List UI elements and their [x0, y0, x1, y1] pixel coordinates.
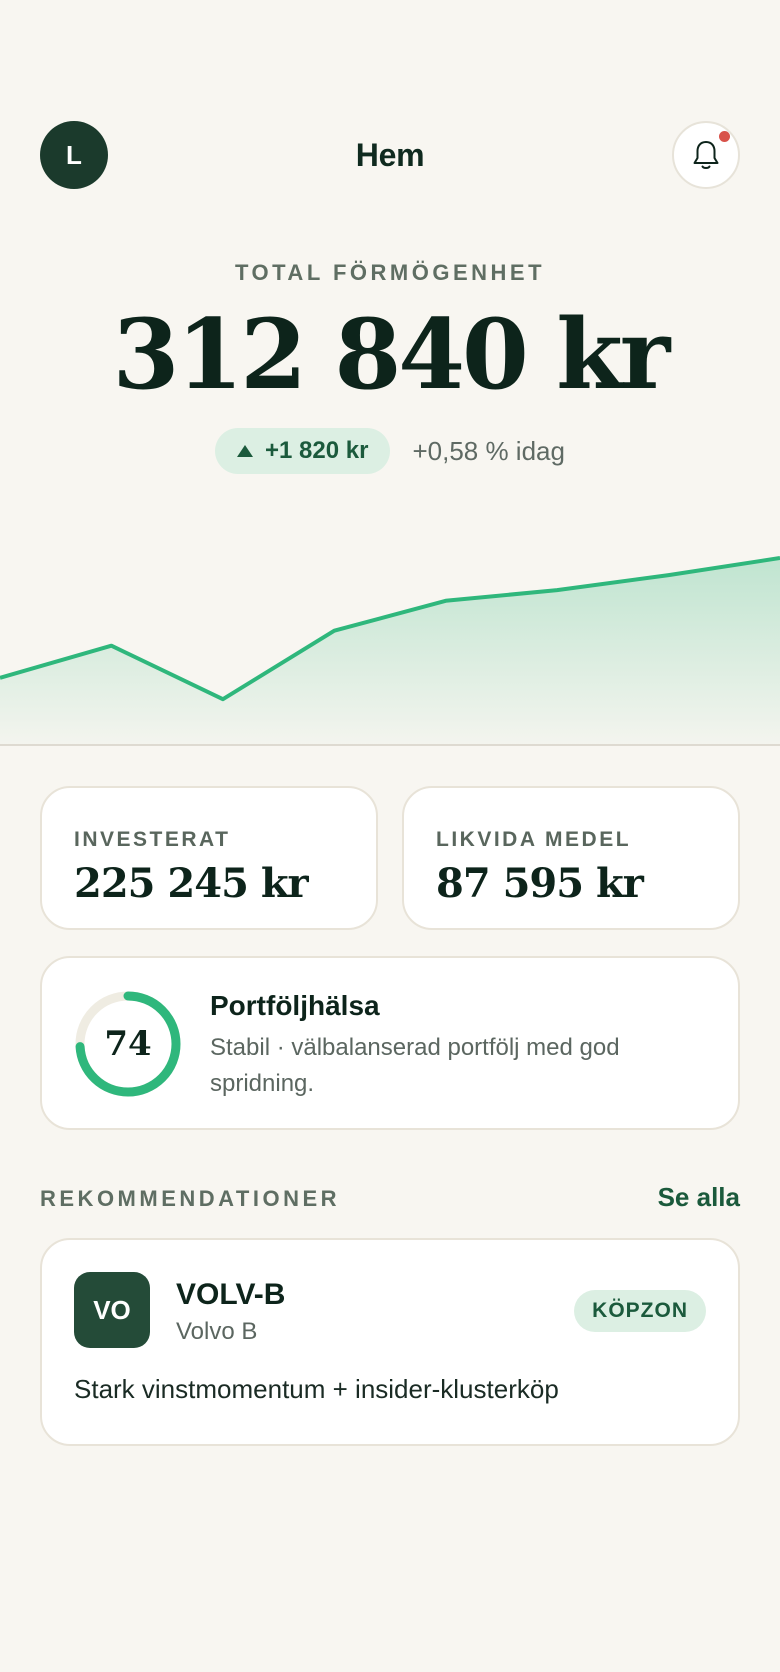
change-amount-badge: +1 820 kr — [215, 428, 391, 474]
notification-dot — [719, 131, 730, 142]
recommendation-card[interactable]: VO VOLV-B Volvo B KÖPZON Stark vinstmome… — [40, 1238, 740, 1446]
cash-card[interactable]: LIKVIDA MEDEL 87 595 kr — [402, 786, 740, 930]
portfolio-health-card[interactable]: 74 Portföljhälsa Stabil · välbalanserad … — [40, 956, 740, 1130]
health-title: Portföljhälsa — [210, 990, 380, 1021]
cash-value: 87 595 kr — [436, 860, 644, 907]
header: L Hem — [40, 121, 740, 189]
health-score: 74 — [104, 1024, 152, 1064]
stock-name: Volvo B — [176, 1318, 258, 1345]
invested-value: 225 245 kr — [74, 860, 309, 907]
trend-area — [0, 558, 780, 746]
change-amount: +1 820 kr — [265, 437, 369, 464]
see-all-link[interactable]: Se alla — [658, 1182, 740, 1213]
notifications-button[interactable] — [672, 121, 740, 189]
recommendations-label: REKOMMENDATIONER — [40, 1186, 341, 1211]
change-percent: +0,58 % idag — [412, 435, 565, 466]
stock-logo: VO — [74, 1272, 150, 1348]
buy-zone-badge: KÖPZON — [574, 1290, 706, 1332]
invested-card[interactable]: INVESTERAT 225 245 kr — [40, 786, 378, 930]
total-wealth-label: TOTAL FÖRMÖGENHET — [234, 260, 546, 285]
change-row: +1 820 kr +0,58 % idag — [0, 428, 780, 474]
recommendation-reason: Stark vinstmomentum + insider-klusterköp — [74, 1374, 559, 1404]
page-title: Hem — [355, 136, 425, 173]
bell-icon — [693, 141, 719, 169]
stock-ticker: VOLV-B — [176, 1278, 286, 1311]
divider — [0, 744, 780, 746]
cash-label: LIKVIDA MEDEL — [436, 828, 632, 851]
arrow-up-icon — [237, 445, 254, 457]
invested-label: INVESTERAT — [74, 828, 231, 851]
wealth-trend-chart — [0, 556, 780, 746]
total-wealth-value: 312 840 kr — [112, 298, 671, 411]
health-description: Stabil · välbalanserad portfölj med god … — [210, 1034, 620, 1097]
